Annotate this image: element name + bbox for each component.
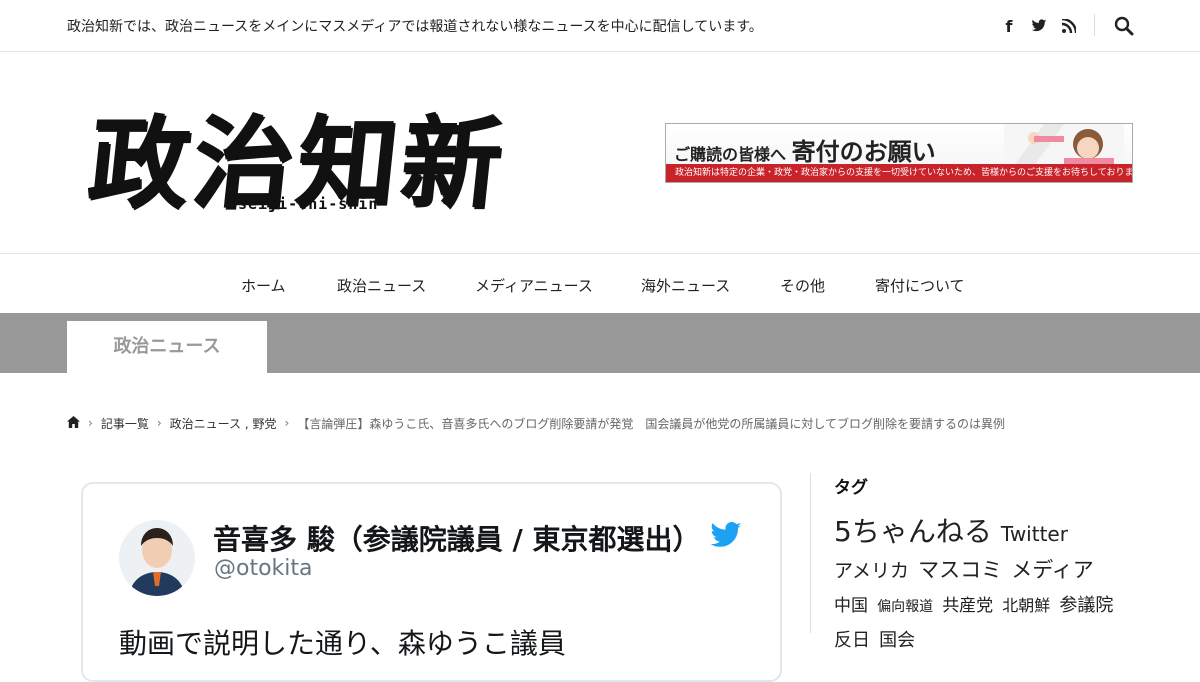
breadcrumb-separator: › (284, 416, 290, 430)
tag-link[interactable]: 国会 (879, 630, 915, 651)
donation-banner[interactable]: ご購読の皆様へ 寄付のお願い 政治知新は特定の企業・政党・政治家からの支援を一切… (665, 123, 1133, 183)
tweet-author-handle[interactable]: @otokita (214, 556, 313, 581)
tag-cloud: 5ちゃんねる Twitter アメリカ マスコミ メディア 中国 偏向報道 共産… (834, 515, 1134, 658)
site-logo[interactable]: 政治知新 seiji-chi-shin (83, 82, 511, 222)
tag-link[interactable]: 北朝鮮 (1002, 596, 1050, 615)
breadcrumb-separator: › (156, 416, 162, 430)
category-tab[interactable]: 政治ニュース (67, 321, 267, 373)
banner-headline-small: ご購読の皆様へ (674, 145, 787, 164)
tag-link[interactable]: 参議院 (1059, 595, 1113, 616)
home-icon[interactable] (67, 415, 80, 431)
banner-headline: ご購読の皆様へ 寄付のお願い (674, 132, 936, 167)
banner-strip: 政治知新は特定の企業・政党・政治家からの支援を一切受けていないため、皆様からのご… (666, 164, 1132, 182)
tag-link[interactable]: メディア (1011, 558, 1094, 582)
tag-link[interactable]: Twitter (1001, 522, 1068, 546)
facebook-icon[interactable]: f (998, 15, 1020, 37)
breadcrumb: › 記事一覧 › 政治ニュース , 野党 › 【言論弾圧】森ゆうこ氏、音喜多氏へ… (67, 414, 1005, 432)
tag-link[interactable]: マスコミ (918, 558, 1002, 582)
tag-link[interactable]: アメリカ (834, 560, 909, 582)
nav-item-politics[interactable]: 政治ニュース (337, 275, 426, 296)
topbar-divider (1094, 14, 1095, 36)
nav-item-media[interactable]: メディアニュース (475, 275, 593, 296)
top-bar: 政治知新では、政治ニュースをメインにマスメディアでは報道されない様なニュースを中… (0, 0, 1200, 52)
breadcrumb-current: 【言論弾圧】森ゆうこ氏、音喜多氏へのブログ削除要請が発覚 国会議員が他党の所属議… (297, 416, 1005, 431)
nav-item-overseas[interactable]: 海外ニュース (641, 275, 730, 296)
tag-link[interactable]: 5ちゃんねる (834, 515, 992, 548)
breadcrumb-item-articles[interactable]: 記事一覧 (101, 415, 149, 432)
site-header: 政治知新 seiji-chi-shin ご購読の皆様へ 寄付のお願い 政治知新は… (0, 52, 1200, 254)
rss-icon[interactable] (1058, 15, 1080, 37)
category-band: 政治ニュース (0, 313, 1200, 373)
tag-link[interactable]: 反日 (834, 630, 870, 651)
nav-item-home[interactable]: ホーム (241, 275, 286, 296)
nav-item-donation[interactable]: 寄付について (875, 275, 965, 296)
main-nav: ホーム 政治ニュース メディアニュース 海外ニュース その他 寄付について (0, 255, 1200, 313)
tweet-author-name[interactable]: 音喜多 駿（参議院議員 / 東京都選出） (213, 518, 700, 558)
social-links: f (990, 15, 1080, 37)
avatar[interactable] (119, 520, 195, 596)
logo-roman: seiji-chi-shin (238, 195, 379, 213)
breadcrumb-item-category[interactable]: 政治ニュース , 野党 (170, 415, 277, 432)
banner-character-illustration (1004, 124, 1124, 166)
search-icon[interactable] (1113, 15, 1135, 37)
tag-link[interactable]: 中国 (834, 596, 868, 616)
tag-link[interactable]: 共産党 (942, 596, 993, 616)
nav-item-other[interactable]: その他 (780, 275, 825, 296)
banner-headline-big: 寄付のお願い (791, 137, 936, 166)
site-tagline: 政治知新では、政治ニュースをメインにマスメディアでは報道されない様なニュースを中… (67, 19, 763, 35)
embedded-tweet[interactable]: 音喜多 駿（参議院議員 / 東京都選出） @otokita 動画で説明した通り、… (81, 482, 782, 682)
tweet-text: 動画で説明した通り、森ゆうこ議員 (119, 627, 566, 660)
tag-link[interactable]: 偏向報道 (877, 599, 933, 615)
twitter-icon[interactable] (1028, 15, 1050, 37)
twitter-bird-icon[interactable] (709, 522, 743, 552)
sidebar-title: タグ (834, 478, 868, 498)
sidebar: タグ 5ちゃんねる Twitter アメリカ マスコミ メディア 中国 偏向報道… (810, 473, 1200, 651)
breadcrumb-separator: › (88, 416, 93, 430)
